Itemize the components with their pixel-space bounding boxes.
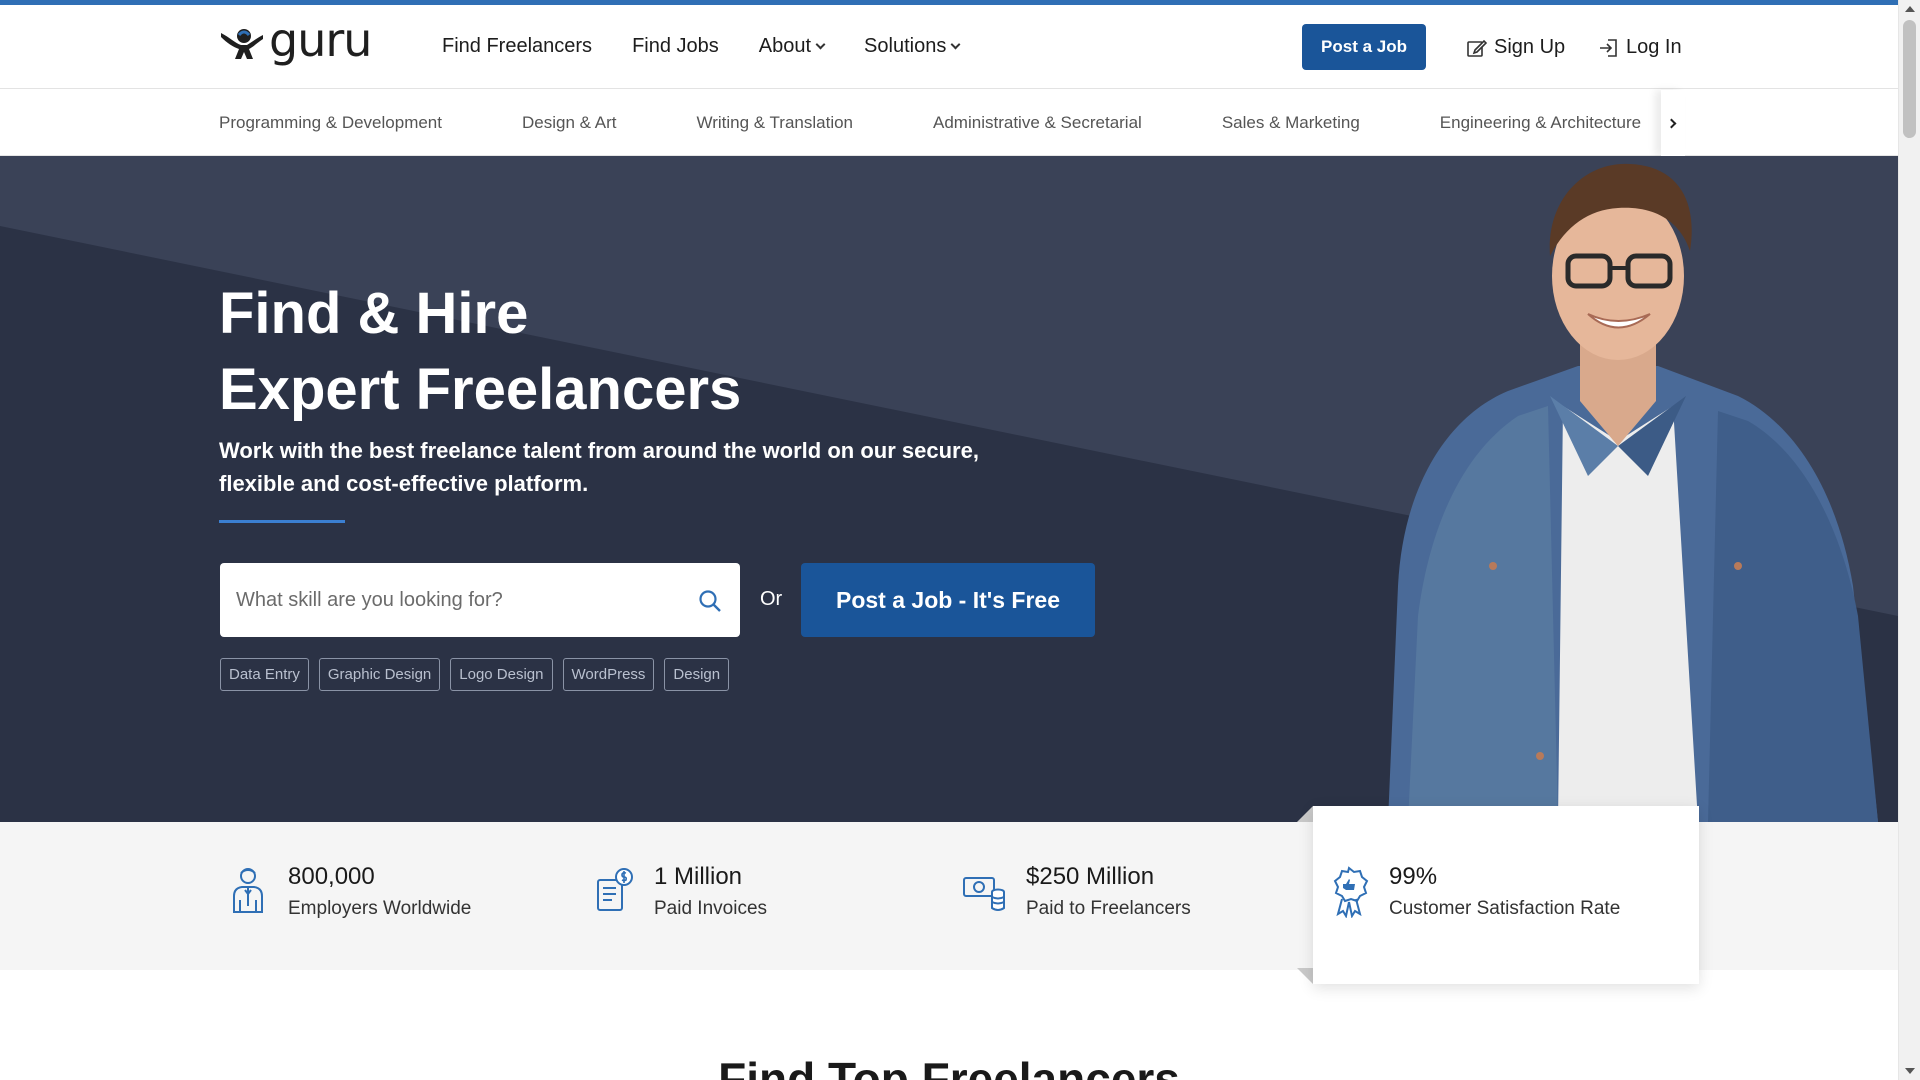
category-list: Programming & Development Design & Art W… bbox=[219, 90, 1661, 156]
skill-tag[interactable]: Data Entry bbox=[220, 658, 309, 691]
stat-paid: $250 Million Paid to Freelancers bbox=[962, 862, 1191, 926]
scroll-down-arrow-icon[interactable] bbox=[1905, 1068, 1915, 1074]
stat-label: Paid to Freelancers bbox=[1026, 898, 1191, 919]
chevron-down-icon bbox=[950, 39, 961, 49]
post-job-free-button[interactable]: Post a Job - It's Free bbox=[801, 563, 1095, 637]
logo-text: guru bbox=[269, 13, 372, 67]
search-icon[interactable] bbox=[698, 589, 722, 613]
hero-divider bbox=[219, 520, 345, 523]
guru-logo[interactable]: guru bbox=[219, 17, 372, 63]
nav-find-freelancers[interactable]: Find Freelancers bbox=[442, 35, 592, 58]
hero-title: Find & Hire Expert Freelancers bbox=[219, 276, 741, 428]
skill-search-input[interactable] bbox=[236, 588, 676, 612]
stat-value: 1 Million bbox=[654, 863, 743, 890]
nav-label: About bbox=[758, 35, 812, 57]
hero-section: Find & Hire Expert Freelancers Work with… bbox=[0, 156, 1898, 822]
category-item[interactable]: Writing & Translation bbox=[696, 113, 853, 133]
skill-tag[interactable]: Design bbox=[664, 658, 730, 691]
award-icon bbox=[1333, 866, 1369, 918]
category-item[interactable]: Design & Art bbox=[522, 113, 617, 133]
stat-label: Paid Invoices bbox=[654, 898, 768, 919]
category-item[interactable]: Sales & Marketing bbox=[1222, 113, 1360, 133]
hero-subtitle: Work with the best freelance talent from… bbox=[219, 438, 979, 496]
edit-icon bbox=[1467, 39, 1488, 57]
nav-label: Find Freelancers bbox=[442, 35, 593, 57]
stat-satisfaction: 99% Customer Satisfaction Rate bbox=[1329, 862, 1620, 926]
sign-up-label: Sign Up bbox=[1494, 36, 1566, 58]
nav-label: Find Jobs bbox=[632, 35, 719, 57]
or-text: Or bbox=[760, 588, 783, 610]
chevron-right-icon bbox=[1666, 118, 1677, 128]
main-nav: Find Freelancers Find Jobs About Solutio… bbox=[442, 35, 999, 58]
login-icon bbox=[1600, 38, 1617, 57]
card-fold-bottom bbox=[1297, 968, 1313, 984]
hero-title-line: Find & Hire bbox=[219, 281, 529, 346]
nav-about[interactable]: About bbox=[758, 35, 826, 58]
stat-satisfaction-card: 99% Customer Satisfaction Rate bbox=[1313, 806, 1699, 984]
chevron-down-icon bbox=[815, 39, 826, 49]
stat-label: Customer Satisfaction Rate bbox=[1389, 898, 1621, 919]
stat-invoices: 1 Million Paid Invoices bbox=[594, 862, 767, 926]
skill-search-box bbox=[220, 563, 740, 637]
category-item[interactable]: Engineering & Architecture bbox=[1440, 113, 1641, 133]
category-scroll-right-button[interactable] bbox=[1661, 90, 1685, 156]
post-job-button[interactable]: Post a Job bbox=[1302, 24, 1426, 70]
page-scrollbar[interactable] bbox=[1898, 0, 1920, 1080]
hero-person-image bbox=[1388, 163, 1878, 822]
section-title: Find Top Freelancers bbox=[718, 1053, 1180, 1080]
invoice-icon bbox=[597, 868, 633, 911]
category-item[interactable]: Programming & Development bbox=[219, 113, 442, 133]
nav-find-jobs[interactable]: Find Jobs bbox=[632, 35, 719, 58]
scrollbar-thumb[interactable] bbox=[1903, 20, 1916, 138]
stat-value: $250 Million bbox=[1026, 863, 1155, 890]
sign-up-link[interactable]: Sign Up bbox=[1466, 36, 1565, 59]
stat-employers: 800,000 Employers Worldwide bbox=[228, 862, 471, 926]
log-in-link[interactable]: Log In bbox=[1598, 36, 1682, 59]
hero-title-line: Expert Freelancers bbox=[219, 357, 742, 422]
stat-value: 800,000 bbox=[288, 863, 375, 890]
popular-skill-tags: Data Entry Graphic Design Logo Design Wo… bbox=[220, 658, 739, 691]
skill-tag[interactable]: WordPress bbox=[562, 658, 655, 691]
nav-solutions[interactable]: Solutions bbox=[864, 35, 961, 58]
nav-label: Solutions bbox=[864, 35, 947, 57]
page: guru Find Freelancers Find Jobs About So… bbox=[0, 0, 1898, 1080]
card-fold-top bbox=[1297, 806, 1313, 822]
stat-label: Employers Worldwide bbox=[288, 898, 472, 919]
money-icon bbox=[963, 877, 1005, 911]
skill-tag[interactable]: Graphic Design bbox=[318, 658, 441, 691]
stat-value: 99% bbox=[1389, 863, 1438, 890]
category-bar: Programming & Development Design & Art W… bbox=[0, 90, 1898, 156]
log-in-label: Log In bbox=[1626, 36, 1682, 58]
guru-logo-icon bbox=[221, 29, 263, 59]
employer-icon bbox=[233, 868, 263, 913]
site-header: guru Find Freelancers Find Jobs About So… bbox=[0, 5, 1898, 89]
category-item[interactable]: Administrative & Secretarial bbox=[933, 113, 1142, 133]
scroll-up-arrow-icon[interactable] bbox=[1905, 6, 1915, 12]
skill-tag[interactable]: Logo Design bbox=[450, 658, 553, 691]
